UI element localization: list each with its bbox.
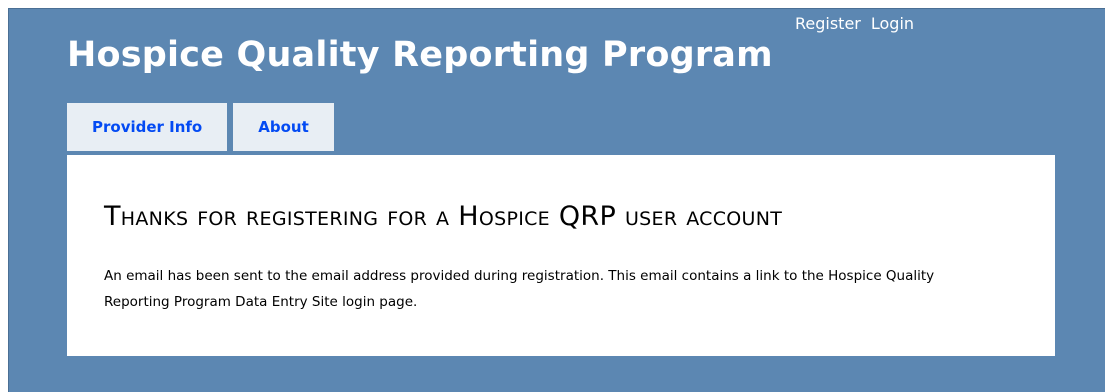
main-content: Thanks for registering for a Hospice QRP… xyxy=(67,155,1055,356)
confirmation-message: An email has been sent to the email addr… xyxy=(104,268,935,310)
site-title: Hospice Quality Reporting Program xyxy=(67,35,773,75)
tab-about[interactable]: About xyxy=(233,103,334,151)
page-frame: Register Login Hospice Quality Reporting … xyxy=(8,8,1105,392)
login-link[interactable]: Login xyxy=(871,14,914,33)
register-link[interactable]: Register xyxy=(795,14,861,33)
page-heading: Thanks for registering for a Hospice QRP… xyxy=(104,201,783,232)
tab-provider-info[interactable]: Provider Info xyxy=(67,103,228,151)
login-display: Register Login xyxy=(795,14,924,33)
main-menu: Provider Info About xyxy=(67,103,334,151)
